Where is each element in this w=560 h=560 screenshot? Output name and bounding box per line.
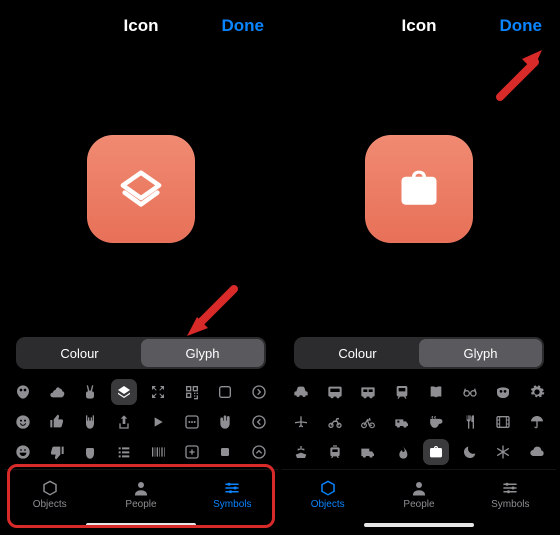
- briefcase-icon: [391, 161, 447, 217]
- page-title: Icon: [402, 16, 437, 36]
- glyph-bicycle-icon[interactable]: [355, 409, 381, 435]
- glyph-umbrella-icon[interactable]: [524, 409, 550, 435]
- segment-colour[interactable]: Colour: [18, 339, 141, 367]
- glyph-smile-icon[interactable]: [10, 409, 36, 435]
- glyph-alien-icon[interactable]: [10, 379, 36, 405]
- tab-objects[interactable]: Objects: [4, 470, 95, 519]
- app-icon-tile: [87, 135, 195, 243]
- glyph-plane-icon[interactable]: [288, 409, 314, 435]
- glyph-cloud-icon[interactable]: [524, 439, 550, 465]
- glyph-qrcode-icon[interactable]: [179, 379, 205, 405]
- tab-people[interactable]: People: [373, 470, 464, 519]
- glyph-laugh-icon[interactable]: [10, 439, 36, 465]
- person-icon: [131, 479, 151, 497]
- glyph-barcode-icon[interactable]: [145, 439, 171, 465]
- glyph-fist-icon[interactable]: [77, 439, 103, 465]
- glyph-grid: [282, 377, 556, 469]
- home-indicator: [282, 519, 556, 531]
- glyph-dots-square-icon[interactable]: [179, 409, 205, 435]
- glyph-poop-icon[interactable]: [44, 379, 70, 405]
- glyph-share-icon[interactable]: [111, 409, 137, 435]
- segment-glyph[interactable]: Glyph: [141, 339, 264, 367]
- glyph-ambulance-icon[interactable]: [389, 409, 415, 435]
- glyph-chevron-left-icon[interactable]: [246, 409, 272, 435]
- glyph-arrows-out-icon[interactable]: [145, 379, 171, 405]
- sliders-icon: [222, 479, 242, 497]
- icon-preview: [4, 48, 278, 329]
- glyph-play-icon[interactable]: [145, 409, 171, 435]
- glyph-mask-icon[interactable]: [490, 379, 516, 405]
- glyph-hand-icon[interactable]: [212, 409, 238, 435]
- glyph-stop-icon[interactable]: [212, 439, 238, 465]
- glyph-boat-icon[interactable]: [288, 439, 314, 465]
- glyph-chevron-up-icon[interactable]: [246, 439, 272, 465]
- glyph-glasses-icon[interactable]: [457, 379, 483, 405]
- glyph-grid: [4, 377, 278, 469]
- cube-icon: [318, 479, 338, 497]
- done-button[interactable]: Done: [500, 16, 543, 36]
- home-indicator: [4, 519, 278, 531]
- icon-preview: [282, 48, 556, 329]
- segmented-control[interactable]: Colour Glyph: [294, 337, 544, 369]
- glyph-motorcycle-icon[interactable]: [322, 409, 348, 435]
- tabbar: Objects People Symbols: [282, 469, 556, 519]
- glyph-list-icon[interactable]: [111, 439, 137, 465]
- glyph-film-icon[interactable]: [490, 409, 516, 435]
- phone-left: Icon Done Colour Glyph: [4, 4, 278, 531]
- page-title: Icon: [124, 16, 159, 36]
- glyph-truck-icon[interactable]: [355, 439, 381, 465]
- glyph-horns-hand-icon[interactable]: [77, 409, 103, 435]
- glyph-tram-icon[interactable]: [322, 439, 348, 465]
- glyph-utensils-icon[interactable]: [457, 409, 483, 435]
- glyph-bus-icon[interactable]: [322, 379, 348, 405]
- glyph-snowflake-icon[interactable]: [490, 439, 516, 465]
- segment-colour[interactable]: Colour: [296, 339, 419, 367]
- glyph-coffee-icon[interactable]: [423, 409, 449, 435]
- glyph-peace-hand-icon[interactable]: [77, 379, 103, 405]
- tab-symbols[interactable]: Symbols: [187, 470, 278, 519]
- tabbar: Objects People Symbols: [4, 469, 278, 519]
- glyph-book-icon[interactable]: [423, 379, 449, 405]
- person-icon: [409, 479, 429, 497]
- header: Icon Done: [4, 4, 278, 48]
- app-icon-tile: [365, 135, 473, 243]
- glyph-moon-icon[interactable]: [457, 439, 483, 465]
- tab-people[interactable]: People: [95, 470, 186, 519]
- header: Icon Done: [282, 4, 556, 48]
- glyph-briefcase-icon[interactable]: [423, 439, 449, 465]
- glyph-thumbs-up-icon[interactable]: [44, 409, 70, 435]
- glyph-thumbs-down-icon[interactable]: [44, 439, 70, 465]
- segmented-control[interactable]: Colour Glyph: [16, 337, 266, 369]
- cube-icon: [40, 479, 60, 497]
- glyph-plus-square-icon[interactable]: [179, 439, 205, 465]
- glyph-train-icon[interactable]: [389, 379, 415, 405]
- glyph-bus-alt-icon[interactable]: [355, 379, 381, 405]
- tab-symbols[interactable]: Symbols: [465, 470, 556, 519]
- done-button[interactable]: Done: [222, 16, 265, 36]
- shortcuts-layers-icon: [112, 160, 170, 218]
- phone-right: Icon Done Colour Glyph: [282, 4, 556, 531]
- segment-glyph[interactable]: Glyph: [419, 339, 542, 367]
- glyph-chevron-right-icon[interactable]: [246, 379, 272, 405]
- glyph-shortcuts-layers-icon[interactable]: [111, 379, 137, 405]
- glyph-square-icon[interactable]: [212, 379, 238, 405]
- tab-objects[interactable]: Objects: [282, 470, 373, 519]
- glyph-car-icon[interactable]: [288, 379, 314, 405]
- glyph-gear-icon[interactable]: [524, 379, 550, 405]
- sliders-icon: [500, 479, 520, 497]
- glyph-fire-icon[interactable]: [389, 439, 415, 465]
